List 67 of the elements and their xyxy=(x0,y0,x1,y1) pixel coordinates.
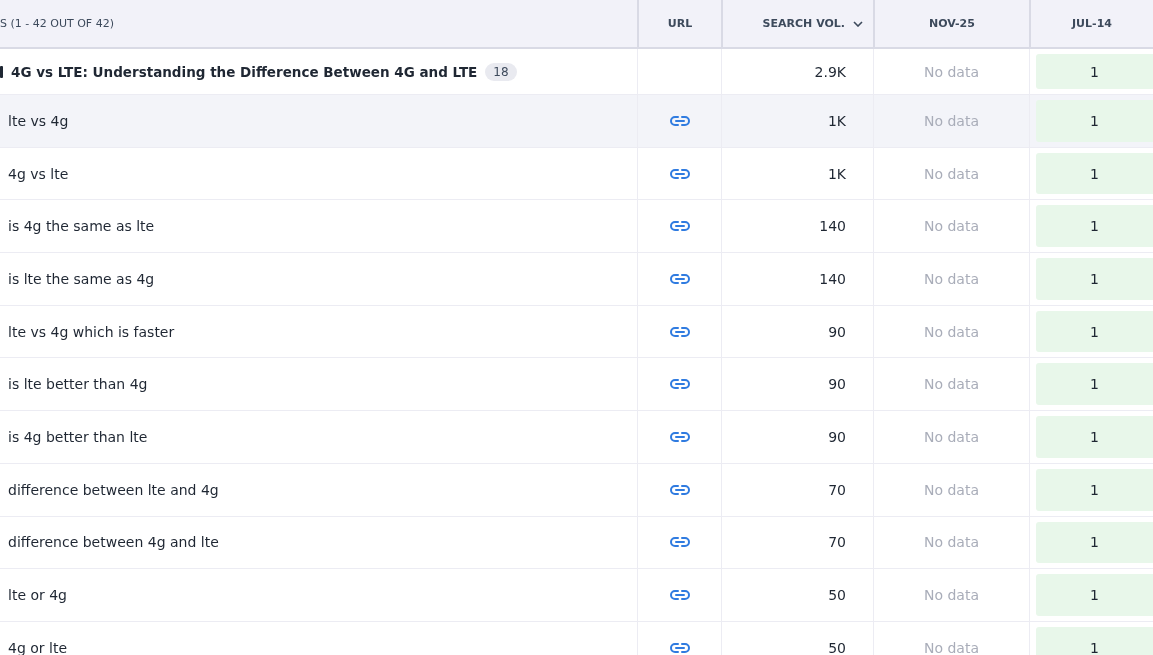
keyword-text: is lte the same as 4g xyxy=(8,270,155,287)
count-badge: 18 xyxy=(485,62,517,81)
position-cell: 1 xyxy=(1036,54,1153,89)
keyword-text: lte vs 4g xyxy=(8,112,69,129)
link-icon[interactable] xyxy=(669,641,690,654)
no-data-text: No data xyxy=(924,63,979,80)
no-data-text: No data xyxy=(924,428,979,445)
no-data-text: No data xyxy=(924,270,979,287)
volume-text: 50 xyxy=(828,587,846,604)
link-icon[interactable] xyxy=(669,378,690,391)
volume-text: 140 xyxy=(819,218,846,235)
no-data-text: No data xyxy=(924,218,979,235)
link-icon[interactable] xyxy=(669,220,690,233)
volume-text: 50 xyxy=(828,639,846,655)
position-cell: 1 xyxy=(1036,363,1153,406)
link-icon[interactable] xyxy=(669,114,690,127)
column-header[interactable]: SEARCH VOL. xyxy=(762,17,845,30)
volume-text: 70 xyxy=(828,534,846,551)
keyword-text: 4g vs lte xyxy=(8,165,69,182)
no-data-text: No data xyxy=(924,639,979,655)
link-icon[interactable] xyxy=(669,589,690,602)
column-header[interactable]: JUL-14 xyxy=(1072,17,1112,30)
link-icon[interactable] xyxy=(669,483,690,496)
position-cell: 1 xyxy=(1036,416,1153,458)
no-data-text: No data xyxy=(924,165,979,182)
position-cell: 1 xyxy=(1036,205,1153,248)
position-cell: 1 xyxy=(1036,152,1153,195)
link-icon[interactable] xyxy=(669,167,690,180)
keyword-text: difference between 4g and lte xyxy=(8,534,219,551)
keyword-text: 4g or lte xyxy=(8,639,67,655)
chevron-down-icon[interactable] xyxy=(853,20,863,27)
keyword-text: is 4g the same as lte xyxy=(8,218,155,235)
keyword-text: difference between lte and 4g xyxy=(8,481,219,498)
no-data-text: No data xyxy=(924,323,979,340)
keyword-text: is 4g better than lte xyxy=(8,428,148,445)
volume-text: 90 xyxy=(828,428,846,445)
position-cell: 1 xyxy=(1036,574,1153,616)
no-data-text: No data xyxy=(924,534,979,551)
no-data-text: No data xyxy=(924,587,979,604)
position-cell: 1 xyxy=(1036,310,1153,353)
link-icon[interactable] xyxy=(669,325,690,338)
keyword-text: lte or 4g xyxy=(8,587,67,604)
no-data-text: No data xyxy=(924,376,979,393)
link-icon[interactable] xyxy=(669,430,690,443)
position-cell: 1 xyxy=(1036,258,1153,300)
volume-text: 70 xyxy=(828,481,846,498)
no-data-text: No data xyxy=(924,112,979,129)
column-header[interactable]: S (1 - 42 OUT OF 42) xyxy=(0,17,114,30)
volume-text: 1K xyxy=(827,112,846,129)
link-icon[interactable] xyxy=(669,536,690,549)
position-cell: 1 xyxy=(1036,626,1153,655)
column-header[interactable]: URL xyxy=(667,17,693,30)
position-cell: 1 xyxy=(1036,521,1153,564)
position-cell: 1 xyxy=(1036,100,1153,142)
link-icon[interactable] xyxy=(669,272,690,285)
column-header[interactable]: NOV-25 xyxy=(929,17,975,30)
volume-text: 2.9K xyxy=(814,63,846,80)
group-title[interactable]: 4G vs LTE: Understanding the Difference Between 4G and LTE xyxy=(11,63,478,80)
position-cell: 1 xyxy=(1036,468,1153,511)
volume-text: 90 xyxy=(828,323,846,340)
group-marker xyxy=(0,65,3,78)
volume-text: 90 xyxy=(828,376,846,393)
volume-text: 140 xyxy=(819,270,846,287)
keyword-text: is lte better than 4g xyxy=(8,376,148,393)
keyword-text: lte vs 4g which is faster xyxy=(8,323,175,340)
volume-text: 1K xyxy=(827,165,846,182)
no-data-text: No data xyxy=(924,481,979,498)
